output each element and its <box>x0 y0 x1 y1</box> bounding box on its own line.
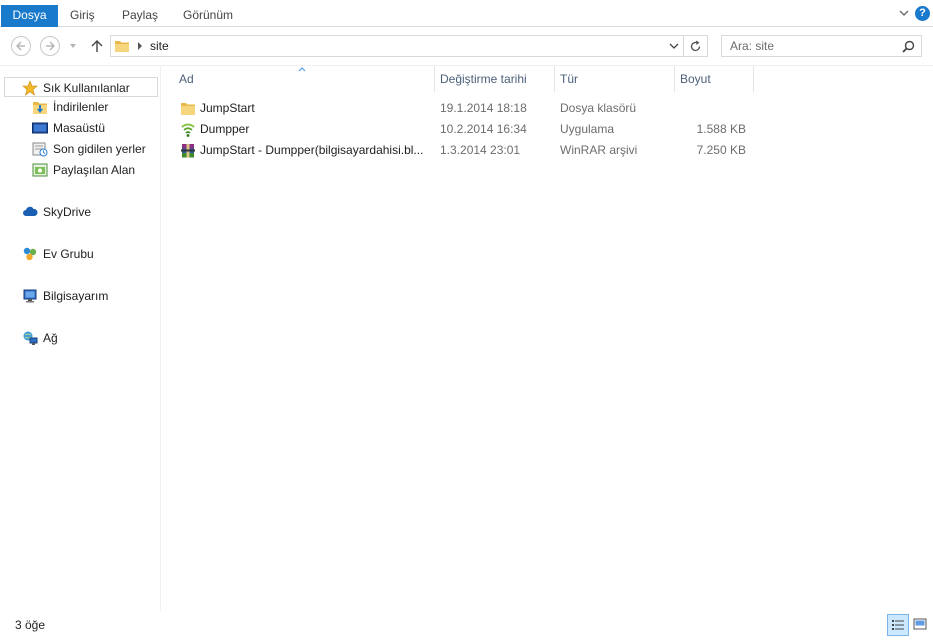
winrar-archive-icon <box>181 144 195 158</box>
back-button[interactable] <box>11 36 31 56</box>
wifi-app-icon <box>181 123 195 137</box>
column-header-date[interactable]: Değiştirme tarihi <box>435 66 555 92</box>
search-icon[interactable] <box>902 40 915 53</box>
help-button[interactable]: ? <box>915 6 930 21</box>
file-type: Dosya klasörü <box>560 101 637 115</box>
file-size: 1.588 KB <box>696 122 746 136</box>
refresh-button[interactable] <box>684 35 708 57</box>
search-input[interactable] <box>722 36 897 56</box>
address-dropdown-icon[interactable] <box>669 42 679 50</box>
nav-item-label: İndirilenler <box>53 100 109 114</box>
address-bar[interactable]: site <box>110 35 684 57</box>
nav-network[interactable]: Ağ <box>0 328 160 348</box>
nav-item-recent-places[interactable]: Son gidilen yerler <box>0 139 160 159</box>
network-icon <box>23 331 38 345</box>
tab-share[interactable]: Paylaş <box>110 5 170 27</box>
file-row[interactable]: JumpStart 19.1.2014 18:18 Dosya klasörü <box>178 98 758 119</box>
nav-item-label: Masaüstü <box>53 121 106 135</box>
column-header-label: Ad <box>179 72 194 86</box>
nav-item-downloads[interactable]: İndirilenler <box>0 97 160 117</box>
nav-computer[interactable]: Bilgisayarım <box>0 286 160 306</box>
file-date: 10.2.2014 16:34 <box>440 122 527 136</box>
large-icons-view-icon <box>913 618 927 630</box>
file-type: WinRAR arşivi <box>560 143 638 157</box>
file-name: Dumpper <box>200 122 250 136</box>
nav-item-label: Paylaşılan Alan <box>53 163 136 177</box>
tab-view[interactable]: Görünüm <box>171 5 245 27</box>
address-row: site <box>0 27 933 65</box>
file-name: JumpStart <box>200 101 255 115</box>
arrow-left-icon <box>16 41 25 51</box>
nav-group-label: Bilgisayarım <box>43 289 109 303</box>
forward-button[interactable] <box>40 36 60 56</box>
large-icons-view-button[interactable] <box>910 614 932 636</box>
file-row[interactable]: JumpStart - Dumpper(bilgisayardahisi.bl.… <box>178 140 758 161</box>
downloads-folder-icon <box>33 102 47 114</box>
file-type: Uygulama <box>560 122 615 136</box>
folder-icon <box>181 103 195 115</box>
recent-places-icon <box>32 142 48 157</box>
up-arrow-icon[interactable] <box>90 38 104 54</box>
column-header-type[interactable]: Tür <box>555 66 675 92</box>
breadcrumb-chevron-icon[interactable] <box>137 42 143 50</box>
nav-favorites-label: Sık Kullanılanlar <box>43 81 130 95</box>
column-header-name[interactable]: Ad <box>162 66 435 92</box>
nav-favorites[interactable]: Sık Kullanılanlar <box>4 77 158 97</box>
ribbon: Dosya Giriş Paylaş Görünüm ? <box>0 0 933 27</box>
sort-ascending-icon <box>298 67 306 72</box>
tab-home[interactable]: Giriş <box>58 5 107 27</box>
nav-group-label: Ev Grubu <box>43 247 94 261</box>
nav-group-label: Ağ <box>43 331 58 345</box>
details-view-icon <box>892 620 904 630</box>
cloud-icon <box>23 206 38 216</box>
nav-item-desktop[interactable]: Masaüstü <box>0 118 160 138</box>
file-size: 7.250 KB <box>696 143 746 157</box>
nav-item-shared-area[interactable]: Paylaşılan Alan <box>0 160 160 180</box>
homegroup-icon <box>23 247 37 261</box>
file-list: Ad Değiştirme tarihi Tür Boyut JumpStart… <box>162 66 933 611</box>
computer-icon <box>23 289 37 303</box>
recent-locations-chevron-icon[interactable] <box>69 42 77 50</box>
file-name: JumpStart - Dumpper(bilgisayardahisi.bl.… <box>200 143 424 157</box>
desktop-icon <box>32 122 48 134</box>
refresh-icon <box>690 40 701 52</box>
nav-skydrive[interactable]: SkyDrive <box>0 202 160 222</box>
star-icon <box>22 80 38 96</box>
nav-group-label: SkyDrive <box>43 205 92 219</box>
folder-icon <box>115 41 129 52</box>
breadcrumb-site[interactable]: site <box>150 39 169 53</box>
status-bar: 3 öğe <box>0 611 933 640</box>
navigation-pane: Sık Kullanılanlar İndirilenler Masaüstü … <box>0 66 161 611</box>
shared-folder-icon <box>32 163 48 177</box>
expand-ribbon-icon[interactable] <box>898 7 910 19</box>
item-count: 3 öğe <box>15 618 46 632</box>
nav-item-label: Son gidilen yerler <box>53 142 146 156</box>
details-view-button[interactable] <box>887 614 909 636</box>
file-row[interactable]: Dumpper 10.2.2014 16:34 Uygulama 1.588 K… <box>178 119 758 140</box>
nav-homegroup[interactable]: Ev Grubu <box>0 244 160 264</box>
column-header-size[interactable]: Boyut <box>675 66 754 92</box>
file-date: 19.1.2014 18:18 <box>440 101 527 115</box>
arrow-right-icon <box>46 41 55 51</box>
file-date: 1.3.2014 23:01 <box>440 143 521 157</box>
tab-file[interactable]: Dosya <box>1 5 58 27</box>
search-box[interactable] <box>721 35 922 57</box>
